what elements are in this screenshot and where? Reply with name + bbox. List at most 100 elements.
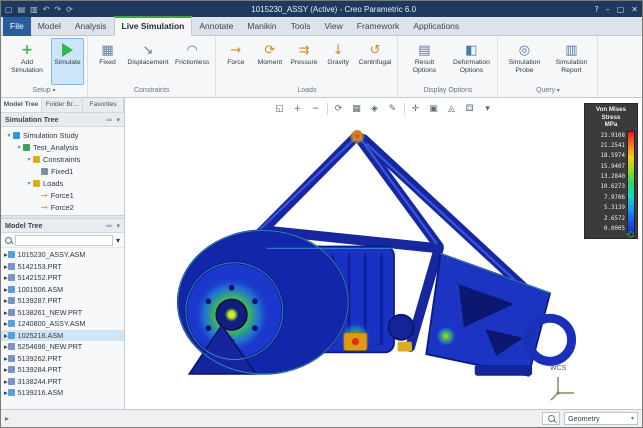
- displacement-button[interactable]: ↘ Displacement: [125, 38, 171, 85]
- chevron-down-icon[interactable]: ▾: [25, 180, 33, 187]
- tab-manikin[interactable]: Manikin: [240, 18, 283, 35]
- tab-live-simulation[interactable]: Live Simulation: [113, 16, 193, 36]
- frictionless-button[interactable]: ◠ Frictionless: [172, 38, 212, 85]
- tab-model[interactable]: Model: [31, 18, 68, 35]
- chevron-down-icon: ▾: [630, 415, 634, 422]
- model-tree-row[interactable]: ▸ 5142153.PRT: [1, 261, 124, 273]
- zoom-out-icon[interactable]: −: [307, 101, 324, 116]
- wcs-label: WCS: [550, 365, 567, 372]
- group-label-setup[interactable]: Setup: [1, 85, 87, 97]
- refit-icon[interactable]: ◱: [271, 101, 288, 116]
- tree-item-loads[interactable]: ▾ Loads: [1, 177, 124, 189]
- pressure-button[interactable]: ⇉ Pressure: [287, 38, 320, 85]
- pressure-icon: ⇉: [298, 42, 310, 58]
- deformation-options-button[interactable]: ◧ Deformation Options: [448, 38, 494, 85]
- selection-filter-value: Geometry: [568, 414, 600, 423]
- selection-filter-dropdown[interactable]: Geometry ▾: [564, 412, 638, 425]
- legend-refresh-icon[interactable]: ⟲: [626, 230, 634, 241]
- repaint-icon[interactable]: ⟳: [330, 101, 347, 116]
- model-tree-row[interactable]: ▸ 5139284.PRT: [1, 364, 124, 376]
- tree-settings-icon[interactable]: ▾: [116, 222, 120, 230]
- help-icon[interactable]: ?: [594, 5, 598, 14]
- tab-applications[interactable]: Applications: [406, 18, 466, 35]
- search-icon: [5, 236, 12, 244]
- legend-colorbar: [627, 130, 635, 235]
- tree-item-force2[interactable]: → Force2: [1, 201, 124, 213]
- add-simulation-button[interactable]: + Add Simulation: [4, 38, 50, 85]
- minimize-icon[interactable]: –: [606, 5, 610, 14]
- centrifugal-button[interactable]: ↺ Centrifugal: [356, 38, 395, 85]
- tree-filter-icon[interactable]: ≔: [105, 222, 112, 230]
- tab-view[interactable]: View: [318, 18, 350, 35]
- group-label-loads: Loads: [297, 87, 317, 94]
- fixed-button[interactable]: ▦ Fixed: [91, 38, 124, 85]
- tab-folder-browser[interactable]: Folder Br...: [42, 98, 83, 112]
- simulation-report-button[interactable]: ▥ Simulation Report: [548, 38, 594, 85]
- spin-center-icon[interactable]: ✛: [407, 101, 424, 116]
- open-file-icon[interactable]: ▤: [18, 5, 26, 14]
- model-tree-row[interactable]: ▸ 3138244.PRT: [1, 376, 124, 388]
- tree-filter-icon[interactable]: ≔: [105, 116, 112, 124]
- chevron-down-icon[interactable]: ▾: [5, 132, 13, 139]
- moment-button[interactable]: ⟳ Moment: [253, 38, 286, 85]
- ribbon-group-loads: → Force ⟳ Moment ⇉ Pressure ↓ Gravity ↺: [216, 36, 399, 97]
- shading-style-icon[interactable]: ▦: [348, 101, 365, 116]
- tree-item-test-analysis[interactable]: ▾ Test_Analysis: [1, 141, 124, 153]
- zoom-in-icon[interactable]: +: [289, 101, 306, 116]
- tab-annotate[interactable]: Annotate: [192, 18, 240, 35]
- display-options-icon[interactable]: ▾: [479, 101, 496, 116]
- gravity-button[interactable]: ↓ Gravity: [322, 38, 355, 85]
- group-label-query[interactable]: Query: [498, 85, 597, 97]
- tab-favorites[interactable]: Favorites: [83, 98, 124, 112]
- view-manager-icon[interactable]: ▣: [425, 101, 442, 116]
- model-tree-row[interactable]: ▸ 5254696_NEW.PRT: [1, 341, 124, 353]
- force-button[interactable]: → Force: [219, 38, 252, 85]
- maximize-icon[interactable]: ▢: [617, 5, 625, 14]
- model-tree-row-selected[interactable]: ▸ 1025216.ASM: [1, 329, 124, 341]
- tree-settings-icon[interactable]: ▾: [116, 116, 120, 124]
- tree-item-simulation-study[interactable]: ▾ Simulation Study: [1, 129, 124, 141]
- chevron-down-icon[interactable]: ▾: [25, 156, 33, 163]
- simulation-probe-button[interactable]: ◎ Simulation Probe: [501, 38, 547, 85]
- undo-icon[interactable]: ↶: [43, 5, 50, 14]
- tab-analysis[interactable]: Analysis: [68, 18, 114, 35]
- tab-tools[interactable]: Tools: [284, 18, 318, 35]
- model-tree-row[interactable]: ▸ 5139216.ASM: [1, 387, 124, 399]
- model-tree-row[interactable]: ▸ 1240800_ASSY.ASM: [1, 318, 124, 330]
- model-tree-row[interactable]: ▸ 5139262.PRT: [1, 353, 124, 365]
- tree-item-force1[interactable]: → Force1: [1, 189, 124, 201]
- model-tree-list: ▸ 1015230_ASSY.ASM ▸ 5142153.PRT ▸ 5142152.…: [1, 248, 124, 409]
- close-icon[interactable]: ✕: [631, 5, 638, 14]
- tab-file[interactable]: File: [3, 17, 31, 36]
- model-3d-view[interactable]: [127, 112, 582, 408]
- tab-framework[interactable]: Framework: [350, 18, 407, 35]
- result-options-button[interactable]: ▤ Result Options: [401, 38, 447, 85]
- toolbar-separator: [403, 102, 405, 115]
- tree-item-fixed1[interactable]: Fixed1: [1, 165, 124, 177]
- wcs-axes-icon: [550, 377, 574, 401]
- model-tree-row[interactable]: ▸ 5142152.PRT: [1, 272, 124, 284]
- new-file-icon[interactable]: ▢: [5, 5, 13, 14]
- toolbar-separator: [326, 102, 328, 115]
- chevron-down-icon[interactable]: ▾: [116, 236, 120, 245]
- model-tree-search-input[interactable]: [15, 234, 113, 246]
- redo-icon[interactable]: ↷: [54, 5, 61, 14]
- capture-icon[interactable]: ⚃: [461, 101, 478, 116]
- search-tool-button[interactable]: [542, 412, 560, 425]
- tree-item-constraints[interactable]: ▾ Constraints: [1, 153, 124, 165]
- regenerate-icon[interactable]: ⟳: [66, 5, 73, 14]
- graphics-area[interactable]: ◱ + − ⟳ ▦ ◈ ✎ ✛ ▣ ◬ ⚃ ▾ Von Mises Stress…: [125, 98, 642, 409]
- model-tree-row[interactable]: ▸ 1001506.ASM: [1, 284, 124, 296]
- annotations-icon[interactable]: ✎: [384, 101, 401, 116]
- navigator-panel: Model Tree Folder Br... Favorites Simula…: [1, 98, 125, 409]
- perspective-icon[interactable]: ◬: [443, 101, 460, 116]
- chevron-down-icon[interactable]: ▾: [15, 144, 23, 151]
- model-tree-row[interactable]: ▸ 5139287.PRT: [1, 295, 124, 307]
- model-tree-row[interactable]: ▸ 5138261_NEW.PRT: [1, 307, 124, 319]
- model-tree-row[interactable]: ▸ 1015230_ASSY.ASM: [1, 249, 124, 261]
- tab-model-tree[interactable]: Model Tree: [1, 98, 42, 112]
- datum-display-icon[interactable]: ◈: [366, 101, 383, 116]
- save-icon[interactable]: ▥: [30, 5, 38, 14]
- simulate-button[interactable]: Simulate: [51, 38, 84, 85]
- model-tree-search: ▾: [1, 233, 124, 248]
